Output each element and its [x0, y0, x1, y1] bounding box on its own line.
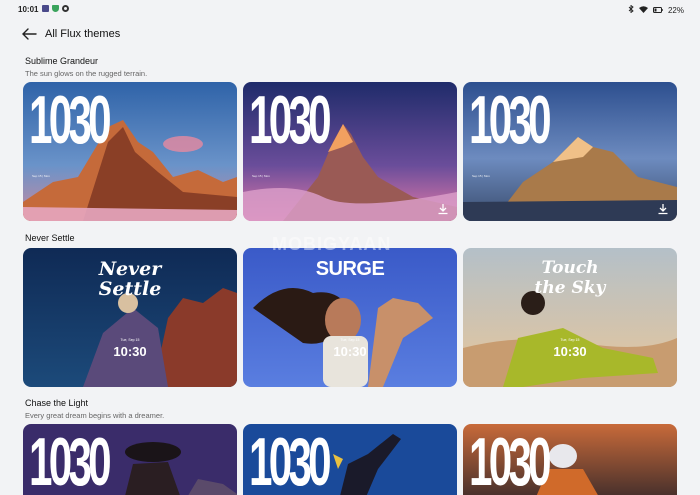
- status-system-icons: 22%: [628, 4, 684, 15]
- shield-icon: [52, 5, 59, 12]
- lockscreen-clock: 1030: [249, 424, 332, 495]
- back-button[interactable]: [20, 26, 38, 42]
- lockscreen-clock: 10:30: [333, 344, 367, 359]
- status-notification-icons: [42, 5, 69, 12]
- theme-headline: Never: [98, 258, 162, 280]
- lockscreen-date: Sep 15 | Mon: [252, 174, 270, 178]
- section-subtitle: Every great dream begins with a dreamer.: [25, 411, 165, 420]
- lockscreen-date: Sep 15 | Mon: [472, 174, 490, 178]
- theme-card[interactable]: 1030: [463, 424, 677, 495]
- section-title: Never Settle: [25, 233, 75, 243]
- lockscreen-date: Tue, Sep 15: [340, 338, 360, 342]
- theme-card[interactable]: 1030 Sep 15 | Mon: [463, 82, 677, 221]
- top-app-bar: All Flux themes: [0, 20, 700, 48]
- arrow-left-icon: [22, 28, 37, 40]
- lockscreen-clock: 1030: [469, 424, 552, 495]
- section-title: Sublime Grandeur: [25, 56, 99, 66]
- lockscreen-clock: 1030: [29, 82, 112, 158]
- lockscreen-clock: 1030: [29, 424, 112, 495]
- theme-headline: Touch: [541, 258, 599, 278]
- theme-card[interactable]: SURGE 10:30 Tue, Sep 15: [243, 248, 457, 387]
- lockscreen-date: Tue, Sep 15: [560, 338, 580, 342]
- lockscreen-date: Sep 15 | Mon: [32, 174, 50, 178]
- theme-card[interactable]: 1030: [243, 424, 457, 495]
- theme-headline: SURGE: [315, 258, 385, 280]
- lockscreen-clock: 1030: [469, 82, 552, 158]
- theme-card[interactable]: 1030 Sep 15 | Mon: [23, 82, 237, 221]
- battery-percent: 22%: [667, 5, 684, 15]
- watermark: MOBIGYAAN: [272, 234, 392, 254]
- section-subtitle: The sun glows on the rugged terrain.: [25, 69, 148, 78]
- lockscreen-date: Tue, Sep 15: [120, 338, 140, 342]
- status-bar: 10:01 22%: [0, 0, 700, 20]
- gear-icon: [62, 5, 69, 12]
- theme-headline: the Sky: [534, 278, 606, 298]
- theme-card[interactable]: 1030: [23, 424, 237, 495]
- theme-card[interactable]: 1030 Sep 15 | Mon: [243, 82, 457, 221]
- bluetooth-icon: [628, 4, 634, 15]
- download-icon[interactable]: [657, 203, 669, 215]
- download-icon[interactable]: [437, 203, 449, 215]
- lockscreen-clock: 1030: [249, 82, 332, 158]
- section-title: Chase the Light: [25, 398, 89, 408]
- theme-headline: Settle: [98, 278, 162, 300]
- app-notification-icon: [42, 5, 49, 12]
- wifi-icon: [638, 5, 648, 15]
- lockscreen-clock: 10:30: [553, 344, 587, 359]
- status-time: 10:01: [18, 5, 39, 14]
- lockscreen-clock: 10:30: [113, 344, 147, 359]
- theme-card[interactable]: Never Settle 10:30 Tue, Sep 15: [23, 248, 237, 387]
- battery-icon: [652, 6, 663, 15]
- page-title: All Flux themes: [45, 28, 121, 40]
- theme-card[interactable]: Touch the Sky 10:30 Tue, Sep 15: [463, 248, 677, 387]
